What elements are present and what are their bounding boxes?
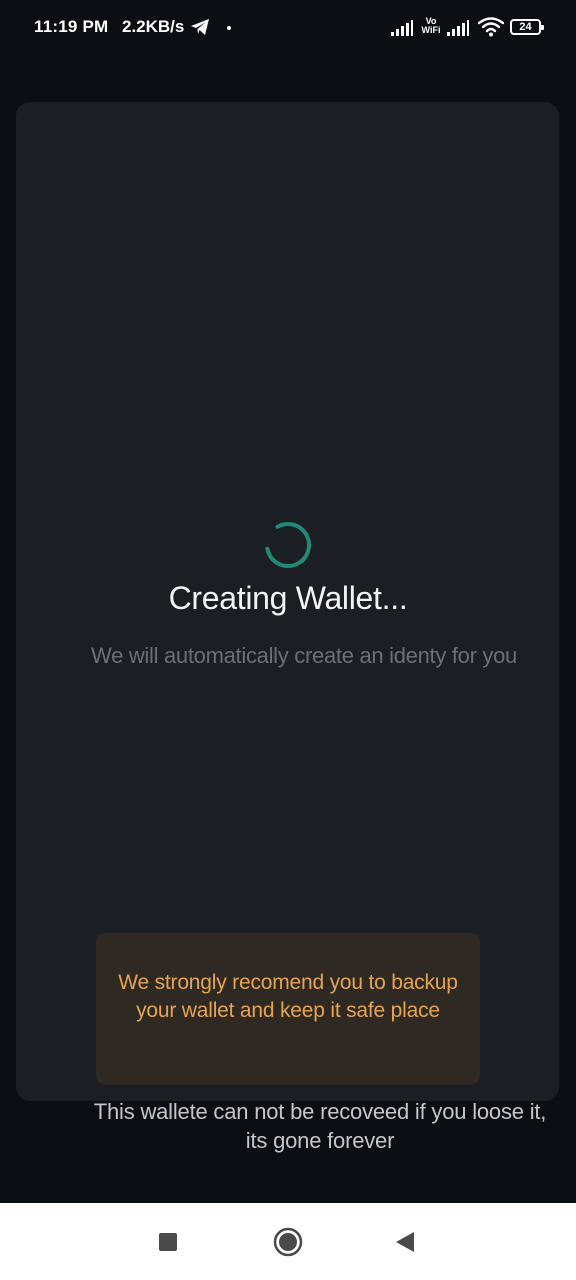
creating-wallet-subtitle: We will automatically create an identy f…	[91, 643, 517, 668]
backup-warning-text: We strongly recomend you to backup your …	[118, 971, 458, 1022]
vowifi-line2: WiFi	[421, 25, 441, 35]
home-icon[interactable]	[273, 1227, 303, 1257]
notification-dot-icon	[227, 26, 231, 30]
battery-level: 24	[519, 21, 532, 33]
battery-icon: 24	[510, 19, 544, 35]
recents-icon[interactable]	[159, 1233, 177, 1251]
back-icon[interactable]	[394, 1231, 416, 1253]
network-speed: 2.2KB/s	[122, 17, 185, 36]
telegram-icon	[191, 19, 209, 35]
status-time: 11:19 PM	[34, 17, 109, 36]
navigation-bar	[0, 1203, 576, 1280]
wifi-icon	[478, 17, 504, 37]
irrecoverable-note: This wallete can not be recoveed if you …	[93, 1099, 547, 1153]
backup-warning-box: We strongly recomend you to backup your …	[96, 933, 480, 1085]
signal-icon	[447, 20, 469, 36]
loading-spinner-icon	[265, 522, 311, 568]
vowifi-label: Vo WiFi	[420, 17, 442, 35]
status-bar: 11:19 PM 2.2KB/s Vo WiFi 24	[0, 0, 576, 56]
signal-icon	[391, 20, 413, 36]
screen: 11:19 PM 2.2KB/s Vo WiFi 24 Creating Wal…	[0, 0, 576, 1280]
creating-wallet-title: Creating Wallet...	[168, 580, 408, 616]
